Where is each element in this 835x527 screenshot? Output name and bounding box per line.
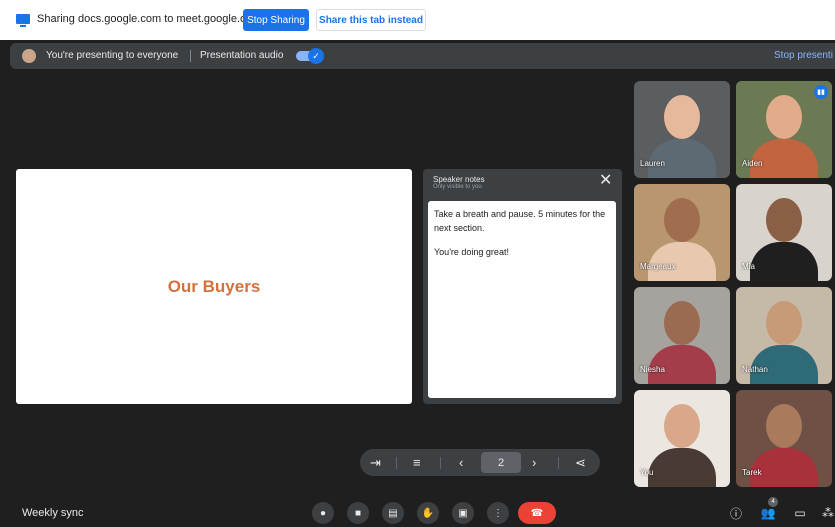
divider [440, 457, 441, 469]
participant-name: Aiden [742, 159, 763, 168]
participant-face [664, 198, 700, 242]
camera-icon: ■ [354, 507, 362, 519]
close-icon[interactable]: ✕ [599, 173, 612, 189]
avatar [22, 49, 36, 63]
participant-name: Niesha [640, 365, 665, 374]
camera-button[interactable]: ■ [347, 502, 369, 524]
slide-controls: ⇥ ≡ ‹ 2 › ⋖ [360, 449, 600, 476]
exit-slides-icon[interactable]: ⇥ [370, 454, 381, 471]
stop-presenting-button[interactable]: Stop presenti [774, 50, 833, 61]
notes-paragraph: You're doing great! [434, 247, 509, 257]
participant-name: You [640, 468, 654, 477]
stop-sharing-button[interactable]: Stop Sharing [243, 9, 309, 31]
participant-tile[interactable]: ▮▮ Aiden [736, 81, 832, 178]
speaking-indicator-icon: ▮▮ [814, 85, 828, 99]
captions-icon: ▤ [388, 507, 398, 519]
divider [190, 50, 191, 62]
check-icon: ✓ [308, 48, 324, 64]
hand-icon: ✋ [421, 507, 435, 519]
sharing-bar: Sharing docs.google.com to meet.google.c… [0, 0, 835, 40]
speaker-notes-icon[interactable]: ≡ [413, 454, 421, 471]
participant-name: Lauren [640, 159, 665, 168]
microphone-icon: ● [319, 507, 327, 519]
info-icon[interactable]: ⓘ [728, 505, 744, 521]
presentation-audio-label: Presentation audio [200, 50, 284, 61]
participant-name: Tarek [742, 468, 762, 477]
meeting-title: Weekly sync [22, 507, 84, 519]
participant-tile[interactable]: You [634, 390, 730, 487]
participant-name: Nathan [742, 365, 768, 374]
participant-face [664, 404, 700, 448]
screen-share-icon [16, 14, 30, 27]
participant-tile[interactable]: Mia [736, 184, 832, 281]
raise-hand-button[interactable]: ✋ [417, 502, 439, 524]
phone-hangup-icon: ☎ [530, 507, 544, 519]
present-button[interactable]: ▣ [452, 502, 474, 524]
speaker-notes-panel: Speaker notes Only visible to you ✕ Take… [423, 169, 622, 404]
presentation-slide: Our Buyers [16, 169, 412, 404]
microphone-button[interactable]: ● [312, 502, 334, 524]
participant-face [664, 95, 700, 139]
share-this-tab-button[interactable]: Share this tab instead [316, 9, 426, 31]
present-icon: ▣ [458, 507, 468, 519]
next-slide-icon[interactable]: › [532, 454, 536, 471]
participant-name: Margeaux [640, 262, 676, 271]
captions-button[interactable]: ▤ [382, 502, 404, 524]
share-slides-icon[interactable]: ⋖ [575, 454, 586, 471]
presentation-audio-toggle[interactable]: ✓ [296, 48, 324, 64]
presenting-bar: You're presenting to everyone Presentati… [10, 43, 835, 69]
presenting-status: You're presenting to everyone [46, 50, 179, 61]
more-options-button[interactable]: ⋮ [487, 502, 509, 524]
speaker-notes-text: Take a breath and pause. 5 minutes for t… [428, 201, 616, 398]
previous-slide-icon[interactable]: ‹ [459, 454, 463, 471]
participant-face [766, 95, 802, 139]
chat-icon[interactable]: ▭ [792, 505, 808, 521]
participant-tile[interactable]: Tarek [736, 390, 832, 487]
end-call-button[interactable]: ☎ [518, 502, 556, 524]
participant-tile[interactable]: Nathan [736, 287, 832, 384]
participant-tile[interactable]: Margeaux [634, 184, 730, 281]
speaker-notes-title: Speaker notes [433, 175, 485, 184]
participant-tile[interactable]: Lauren [634, 81, 730, 178]
divider [558, 457, 559, 469]
activities-icon[interactable]: ⁂ [820, 505, 835, 521]
more-vert-icon: ⋮ [493, 507, 503, 519]
slide-page-number: 2 [481, 452, 521, 473]
participant-face [664, 301, 700, 345]
participant-name: Mia [742, 262, 755, 271]
slide-title: Our Buyers [167, 276, 261, 296]
participant-tile[interactable]: Niesha [634, 287, 730, 384]
participant-face [766, 404, 802, 448]
people-icon[interactable]: 👥 [760, 505, 776, 521]
divider [396, 457, 397, 469]
speaker-notes-subtitle: Only visible to you [433, 184, 482, 190]
notes-paragraph: Take a breath and pause. 5 minutes for t… [434, 209, 606, 233]
sharing-status: Sharing docs.google.com to meet.google.c… [37, 13, 261, 25]
participant-face [766, 301, 802, 345]
participant-face [766, 198, 802, 242]
